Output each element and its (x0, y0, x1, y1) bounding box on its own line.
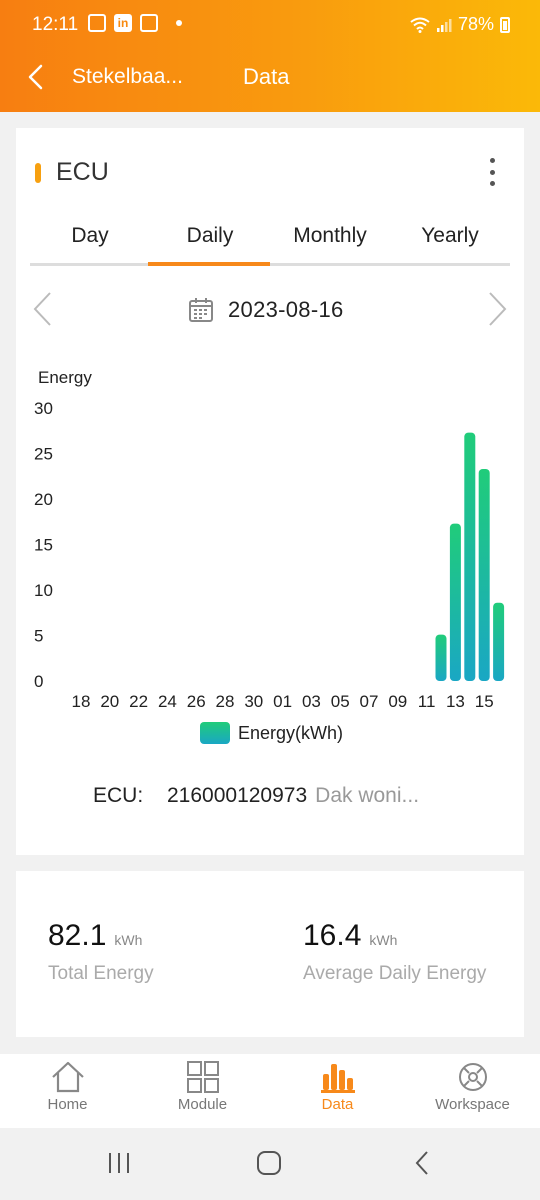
active-tab-indicator (148, 262, 270, 266)
system-navigation-bar (0, 1128, 540, 1200)
total-energy-value: 82.1 (48, 919, 107, 952)
x-tick-label: 15 (475, 692, 494, 711)
back-label[interactable]: Stekelbaa... (72, 65, 183, 89)
chevron-left-icon (33, 292, 51, 326)
x-tick-label: 30 (244, 692, 263, 711)
energy-bar[interactable] (449, 523, 461, 681)
signal-icon (436, 18, 452, 32)
linkedin-notification-icon: in (114, 14, 132, 32)
app-header: 12:11 in 78% Stekelbaa... Data (0, 0, 540, 112)
status-bar: 12:11 in 78% (0, 0, 540, 50)
recent-apps-icon[interactable] (106, 1150, 132, 1176)
x-tick-label: 03 (302, 692, 321, 711)
bar-chart-icon (320, 1064, 355, 1093)
module-grid-icon (186, 1061, 219, 1093)
chevron-right-icon (489, 292, 507, 326)
energy-chart: Energy 0 5 10 15 20 25 30 18 20 22 24 26 28 30 01 03 05… (16, 358, 524, 758)
wifi-icon (410, 17, 430, 33)
energy-bar-chart: Energy 051015202530 18 20 22 24 26 28 30 01 03 05… (34, 368, 505, 711)
x-tick-label: 05 (331, 692, 350, 711)
nav-module[interactable]: Module (135, 1054, 270, 1128)
average-energy-unit: kWh (369, 932, 398, 948)
energy-bar[interactable] (435, 634, 447, 681)
energy-bar[interactable] (493, 602, 505, 681)
more-notifications-dot-icon (176, 20, 182, 26)
gallery-notification-icon (88, 14, 106, 32)
x-tick-label: 11 (418, 692, 436, 711)
tab-day[interactable]: Day (30, 218, 150, 268)
x-tick-label: 20 (100, 692, 119, 711)
period-tabs: Day Daily Monthly Yearly (30, 218, 510, 268)
back-button[interactable] (22, 62, 52, 92)
ecu-label: ECU: (93, 784, 144, 807)
status-time: 12:11 (32, 14, 79, 35)
previous-date-button[interactable] (32, 291, 54, 327)
more-options-icon[interactable] (484, 158, 500, 186)
average-energy-label: Average Daily Energy (303, 963, 487, 984)
x-tick-label: 01 (273, 692, 292, 711)
next-date-button[interactable] (486, 291, 508, 327)
nav-workspace[interactable]: Workspace (405, 1054, 540, 1128)
average-energy-value: 16.4 (303, 919, 362, 952)
home-icon (51, 1061, 84, 1093)
legend-swatch (200, 722, 230, 744)
y-tick-label: 25 (34, 445, 53, 464)
x-tick-label: 18 (72, 692, 91, 711)
y-tick-label: 15 (34, 536, 53, 555)
status-right: 78% (410, 14, 510, 35)
selected-date[interactable]: 2023-08-16 (228, 297, 344, 323)
nav-home-label: Home (47, 1096, 88, 1113)
x-tick-label: 13 (446, 692, 465, 711)
y-tick-label: 5 (34, 627, 43, 646)
notification-icons: in (88, 14, 182, 32)
home-button-icon[interactable] (256, 1150, 282, 1176)
x-tick-label: 07 (360, 692, 379, 711)
card-title: ECU (56, 158, 109, 186)
calendar-icon[interactable] (188, 297, 214, 323)
x-tick-label: 28 (216, 692, 235, 711)
x-tick-label: 09 (388, 692, 407, 711)
x-tick-label: 24 (158, 692, 177, 711)
tabs-divider (30, 263, 510, 266)
mail-notification-icon (140, 14, 158, 32)
tab-daily[interactable]: Daily (150, 218, 270, 268)
nav-workspace-label: Workspace (435, 1096, 510, 1113)
total-energy-label: Total Energy (48, 963, 154, 984)
bottom-navigation: Home Module Data Workspace (0, 1054, 540, 1128)
energy-summary-card: 82.1 kWh Total Energy 16.4 kWh Average Dai… (16, 871, 524, 1037)
nav-module-label: Module (177, 1096, 228, 1113)
x-tick-label: 22 (129, 692, 148, 711)
energy-bar[interactable] (464, 432, 476, 681)
system-back-icon[interactable] (410, 1150, 436, 1176)
y-axis-title: Energy (38, 368, 92, 387)
y-tick-label: 0 (34, 672, 43, 691)
page-title: Data (243, 64, 290, 89)
tab-monthly[interactable]: Monthly (270, 218, 390, 268)
ecu-selector[interactable]: ECU: 216000120973 Dak woni... (93, 784, 419, 808)
energy-bar[interactable] (478, 468, 490, 681)
nav-home[interactable]: Home (0, 1054, 135, 1128)
y-tick-label: 20 (34, 490, 53, 509)
total-energy-stat: 82.1 kWh Total Energy (48, 919, 154, 985)
battery-icon (500, 16, 510, 33)
ecu-name: Dak woni... (315, 784, 420, 807)
ecu-chart-card: ECU Day Daily Monthly Yearly 2023-08-16 (16, 128, 524, 855)
y-tick-label: 10 (34, 581, 53, 600)
y-tick-label: 30 (34, 399, 53, 418)
chart-legend: Energy(kWh) (200, 722, 343, 744)
chevron-left-icon (28, 64, 43, 90)
nav-data[interactable]: Data (270, 1054, 405, 1128)
total-energy-unit: kWh (114, 932, 143, 948)
x-tick-label: 26 (187, 692, 206, 711)
tab-yearly[interactable]: Yearly (390, 218, 510, 268)
title-accent-bar (35, 163, 41, 183)
ecu-id: 216000120973 (167, 784, 308, 807)
legend-label: Energy(kWh) (238, 722, 344, 743)
workspace-icon (458, 1063, 487, 1091)
average-daily-energy-stat: 16.4 kWh Average Daily Energy (303, 919, 486, 985)
battery-percent: 78% (457, 14, 494, 34)
nav-data-label: Data (321, 1096, 354, 1113)
